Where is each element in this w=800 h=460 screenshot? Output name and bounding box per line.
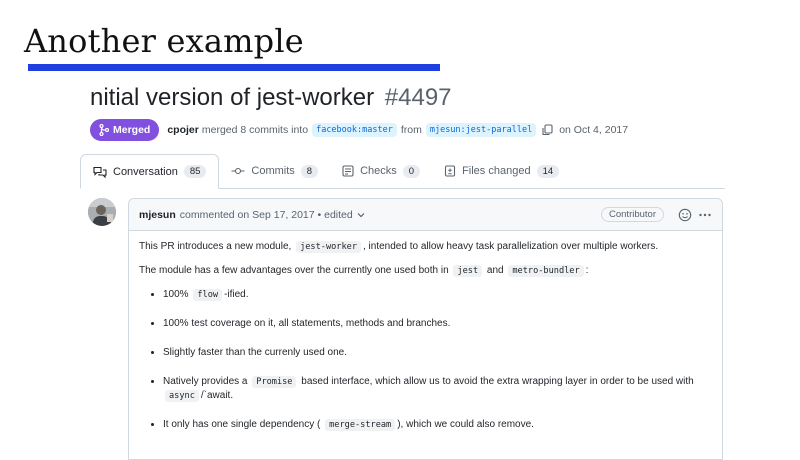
merge-text: merged 8 commits into (201, 124, 309, 136)
feature-list: 100% flow-ified. 100% test coverage on i… (139, 288, 712, 432)
merge-date: on Oct 4, 2017 (559, 124, 629, 136)
list-item: 100% flow-ified. (163, 288, 712, 302)
inline-code: metro-bundler (508, 265, 584, 277)
inline-code: jest (453, 265, 483, 277)
text: 100% (163, 289, 189, 300)
comment-paragraph: This PR introduces a new module, jest-wo… (139, 240, 712, 254)
inline-code: merge-stream (325, 419, 396, 431)
comment-header: mjesun commented on Sep 17, 2017 • edite… (129, 199, 722, 231)
inline-code: jest-worker (296, 241, 361, 253)
merged-badge-label: Merged (113, 124, 151, 136)
text: The module has a few advantages over the… (139, 265, 449, 276)
tab-files-changed[interactable]: Files changed 14 (432, 154, 571, 188)
text: and (486, 265, 504, 276)
tab-label: Commits (251, 165, 295, 177)
copy-icon[interactable] (542, 124, 553, 136)
comment-meta[interactable]: commented on Sep 17, 2017 • edited (180, 209, 353, 221)
pr-title-text: nitial version of jest-worker (90, 84, 375, 111)
tab-label: Files changed (462, 165, 531, 177)
base-branch[interactable]: facebook:master (312, 123, 397, 137)
pr-title: nitial version of jest-worker #4497 (90, 84, 452, 112)
merged-badge: Merged (90, 119, 160, 141)
text: -ified. (224, 289, 249, 300)
checks-icon (342, 165, 354, 177)
comment-body: This PR introduces a new module, jest-wo… (129, 231, 722, 456)
pr-author-link[interactable]: cpojer (167, 124, 199, 136)
tab-count: 0 (402, 164, 421, 178)
text: It only has one single dependency ( (163, 419, 321, 430)
tab-count: 14 (536, 164, 560, 178)
text: based interface, which allow us to avoid… (301, 376, 694, 387)
tab-checks[interactable]: Checks 0 (330, 154, 432, 188)
title-underline (28, 64, 440, 71)
pr-tabs: Conversation 85 Commits 8 Checks 0 Files… (80, 154, 725, 189)
list-item: It only has one single dependency ( merg… (163, 418, 712, 432)
text: This PR introduces a new module, (139, 241, 292, 252)
comment-paragraph: The module has a few advantages over the… (139, 264, 712, 278)
inline-code: async (165, 390, 199, 402)
inline-code: Promise (252, 376, 297, 388)
inline-code: flow (193, 289, 223, 301)
text: , intended to allow heavy task paralleli… (363, 241, 659, 252)
slide-title: Another example (24, 22, 304, 60)
avatar[interactable] (88, 198, 116, 226)
pr-meta: Merged cpojer merged 8 commits into face… (90, 119, 628, 141)
conversation-icon (93, 166, 107, 178)
tab-label: Checks (360, 165, 397, 177)
contributor-badge: Contributor (601, 207, 664, 222)
text: Natively provides a (163, 376, 248, 387)
kebab-menu-icon[interactable] (698, 208, 712, 222)
head-branch[interactable]: mjesun:jest-parallel (425, 123, 537, 137)
text: : (585, 265, 589, 276)
pr-number: #4497 (384, 84, 452, 111)
text: ), which we could also remove. (397, 419, 534, 430)
smiley-icon[interactable] (678, 208, 692, 222)
list-item: Natively provides a Promise based interf… (163, 375, 712, 403)
comment-box: mjesun commented on Sep 17, 2017 • edite… (128, 198, 723, 460)
text: /`await. (200, 390, 234, 401)
from-text: from (400, 124, 422, 136)
tab-commits[interactable]: Commits 8 (219, 154, 330, 188)
comment-author[interactable]: mjesun (139, 209, 176, 221)
commit-icon (231, 166, 245, 176)
tab-count: 8 (300, 164, 319, 178)
merge-icon (99, 124, 109, 136)
chevron-down-icon[interactable] (357, 212, 365, 218)
file-diff-icon (444, 165, 456, 177)
list-item: Slightly faster than the currenly used o… (163, 346, 712, 360)
tab-conversation[interactable]: Conversation 85 (80, 154, 220, 189)
list-item: 100% test coverage on it, all statements… (163, 317, 712, 331)
tab-count: 85 (183, 165, 207, 178)
tab-label: Conversation (113, 165, 178, 178)
